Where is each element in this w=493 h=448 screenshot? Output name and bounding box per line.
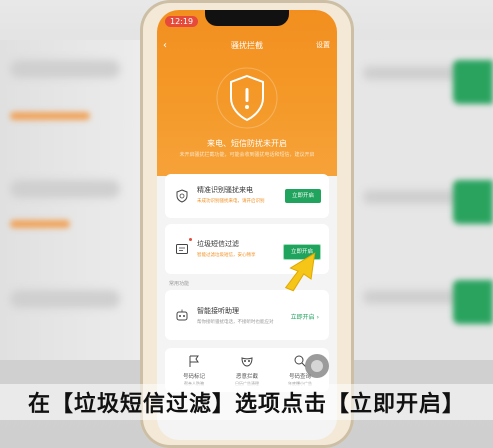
call-filter-open-button[interactable]: 立即开启 [285,189,321,203]
call-filter-card: 精准识别骚扰来电 未成功识别骚扰来电，请开启识别 立即开启 [165,174,329,218]
assistant-title: 智能接听助理 [197,307,239,315]
hero-banner: ‹ 骚扰拦截 设置 来电、短信防扰未开启 未开启骚扰拦截功能，可能会收到骚扰电话… [157,10,337,176]
notification-dot [189,238,192,241]
phone-screen: 12:19 ‹ 骚扰拦截 设置 来电、短信防扰未开启 未开启骚扰拦截功能，可能会… [157,10,337,440]
protection-status: 来电、短信防扰未开启 [207,139,287,148]
settings-button[interactable]: 设置 [316,40,330,50]
sms-filter-title: 垃圾短信过滤 [197,240,239,248]
arrow-pointer-icon [284,252,316,292]
assistant-open-link[interactable]: 立即开启 › [291,312,319,321]
sms-filter-icon [176,244,188,254]
smart-assistant-card[interactable]: 智能接听助理 帮你接听骚扰电话，不接听时也能应对 立即开启 › [165,290,329,340]
call-filter-desc: 未成功识别骚扰来电，请开启识别 [197,199,265,204]
background-right-blur [353,40,493,360]
tool-malicious-block[interactable]: 恶意拦截 日历广告清理 [222,354,272,387]
tool-number-mark[interactable]: 号码标记 帮亲人防骗 [169,354,219,387]
protection-substatus: 未开启骚扰拦截功能，可能会收到骚扰电话和短信，建议开启 [179,152,315,158]
flag-icon [189,355,199,367]
page-title: 骚扰拦截 [231,41,263,50]
mask-icon [241,357,253,367]
shield-call-icon [176,189,188,203]
robot-icon [176,309,188,321]
status-time: 12:19 [165,16,199,27]
background-left-blur [0,40,140,360]
tool-label: 号码标记 [182,374,205,380]
call-filter-title: 精准识别骚扰来电 [197,186,253,194]
assistant-desc: 帮你接听骚扰电话，不接听时也能应对 [197,320,274,325]
sms-filter-desc: 智能过滤垃圾短信，安心畅享 [197,253,256,258]
tool-label: 恶意拦截 [235,374,258,380]
tutorial-caption: 在【垃圾短信过滤】选项点击【立即开启】 [27,392,465,417]
shield-warning-icon [215,66,279,130]
notch [205,10,289,26]
common-features-label: 常用功能 [169,281,190,287]
top-bar: ‹ 骚扰拦截 设置 [157,40,337,54]
assistive-touch-button[interactable] [305,354,329,378]
